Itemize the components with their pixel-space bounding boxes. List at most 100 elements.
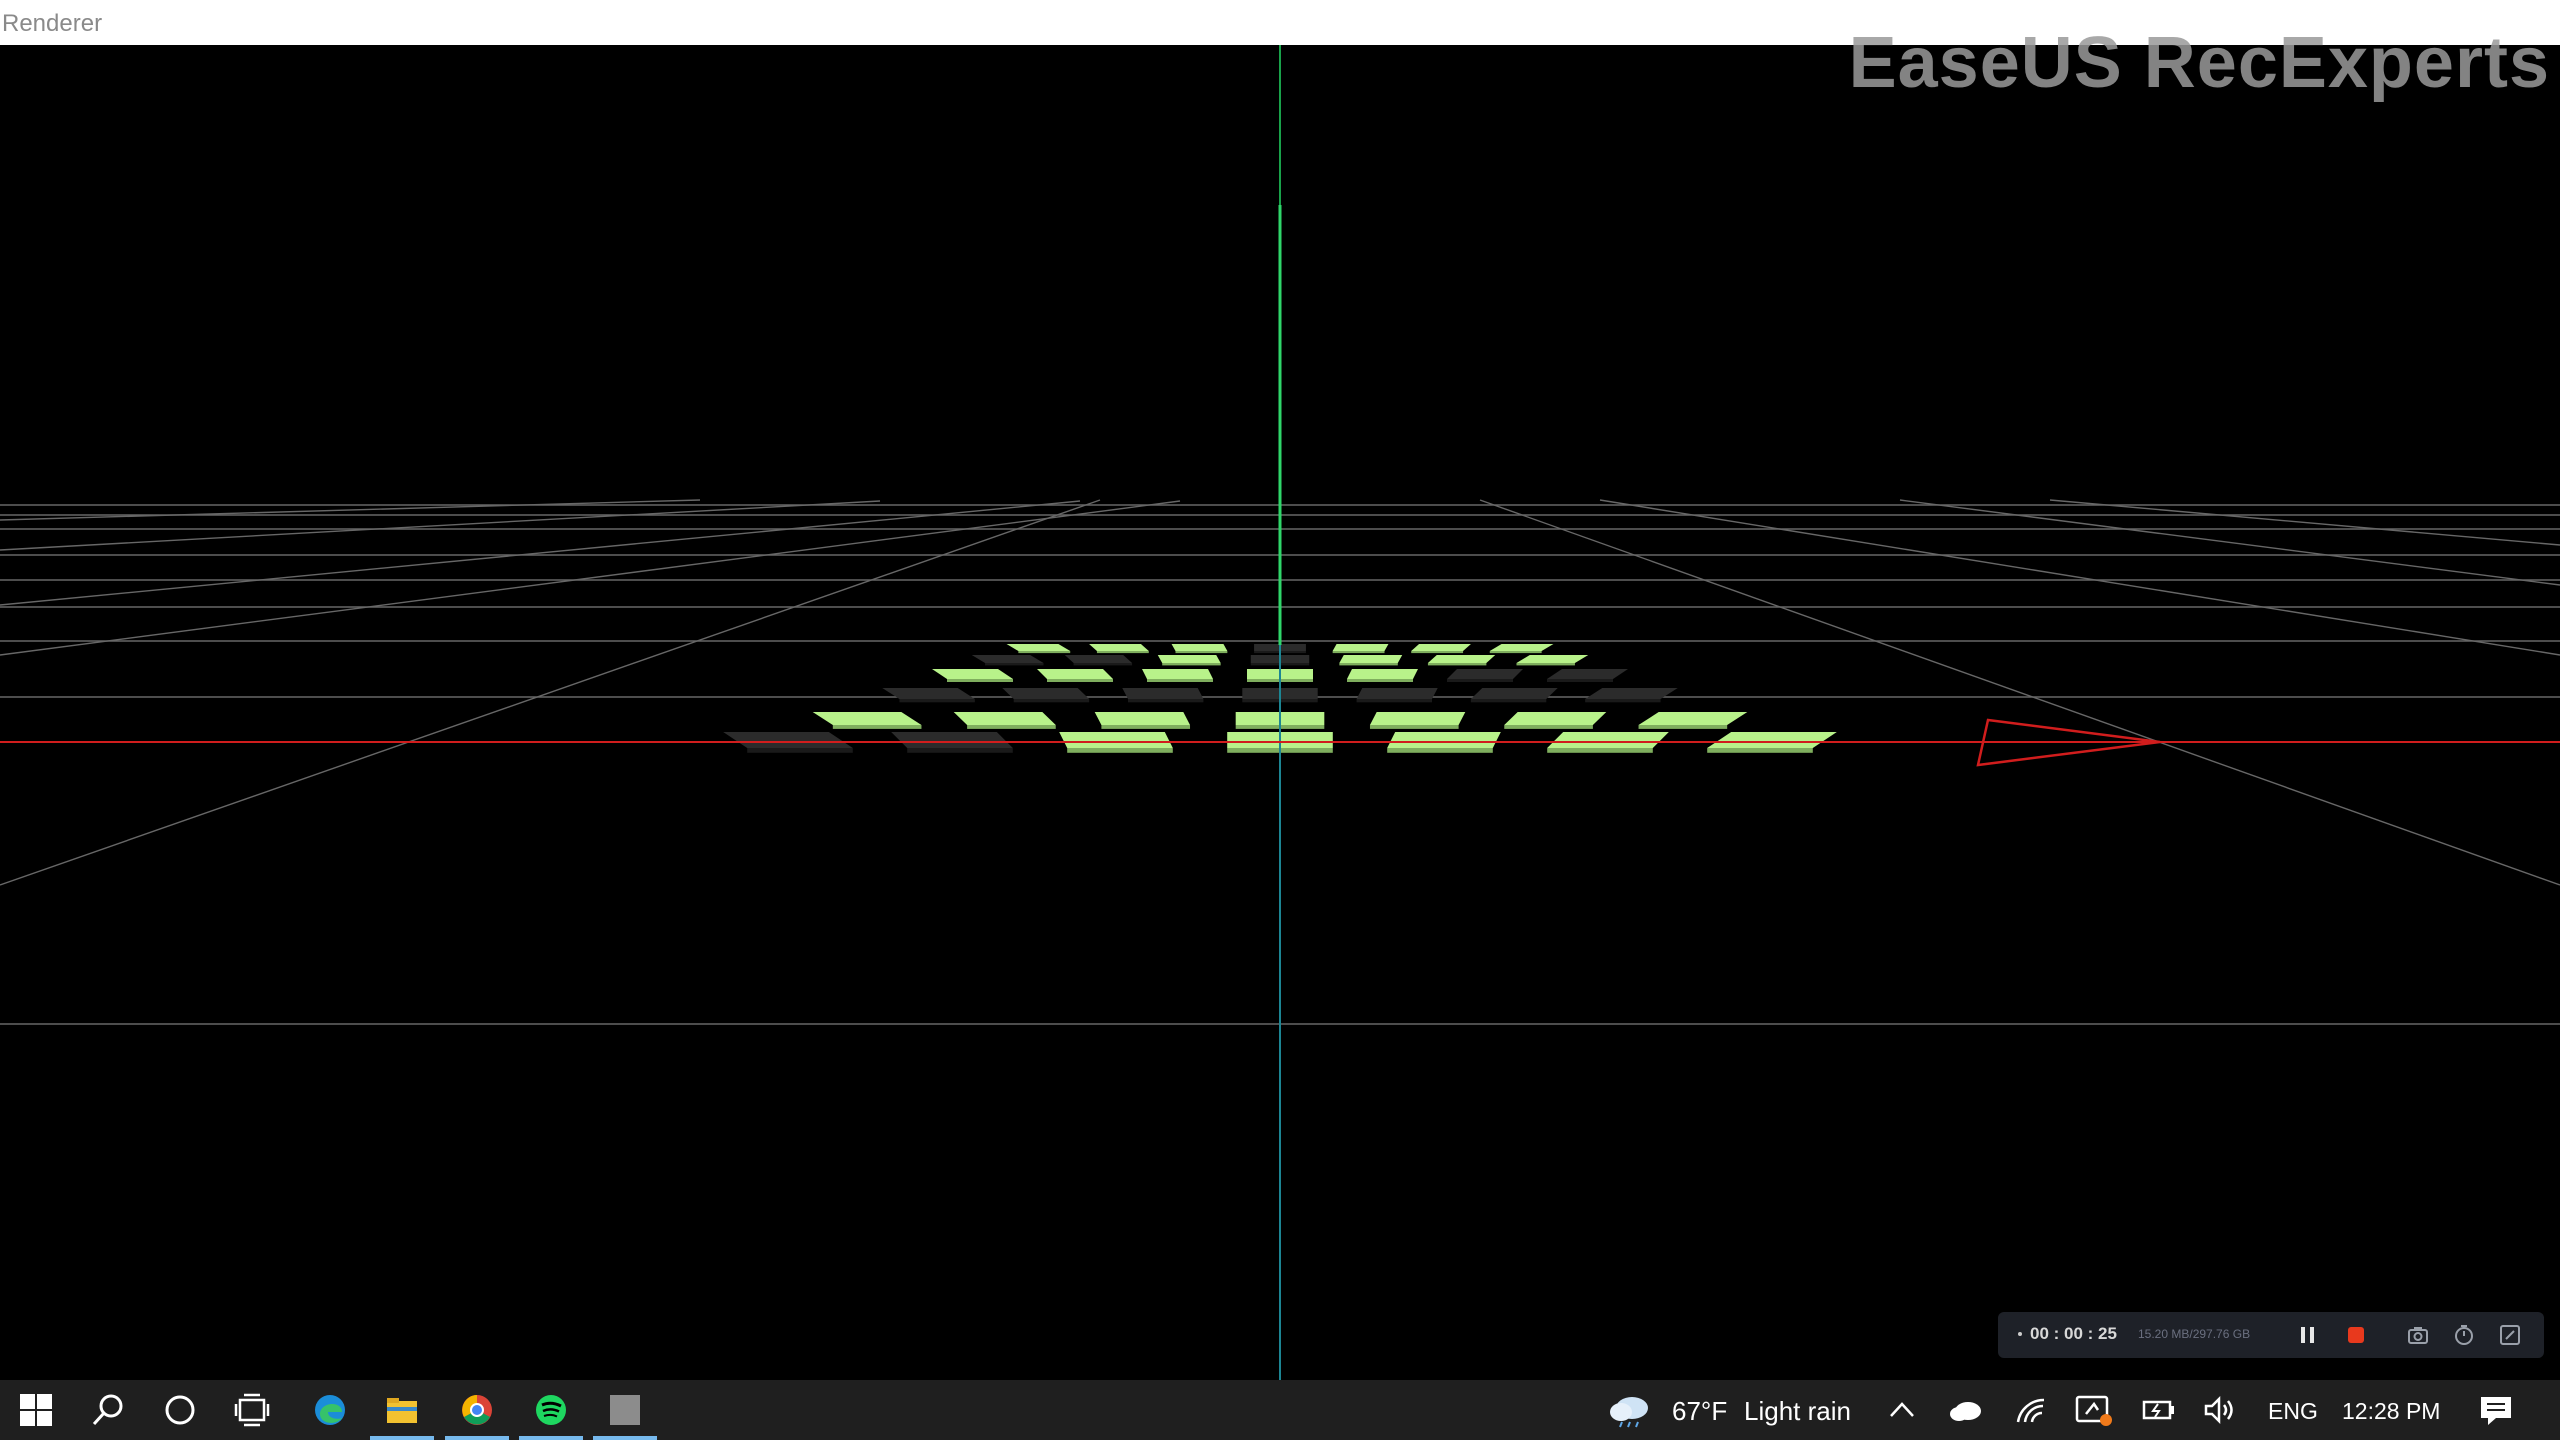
edge-button[interactable] xyxy=(294,1380,366,1440)
task-view-icon xyxy=(234,1393,270,1427)
tile-edge xyxy=(1018,651,1071,654)
spotify-button[interactable] xyxy=(515,1380,587,1440)
tile-edge xyxy=(1347,679,1413,682)
edge-icon xyxy=(315,1395,345,1425)
system-clock[interactable]: 12:28 PM xyxy=(2342,1398,2440,1425)
wifi-icon[interactable] xyxy=(2014,1394,2048,1431)
chevron-up-icon[interactable] xyxy=(1888,1398,1916,1427)
cortana-icon xyxy=(165,1395,195,1425)
tile-lit xyxy=(1387,732,1501,748)
tile-edge xyxy=(947,679,1013,682)
tile-lit xyxy=(1094,712,1191,725)
renderer-app-button[interactable] xyxy=(589,1380,661,1440)
tile-edge xyxy=(1013,699,1090,703)
tile-lit xyxy=(1547,732,1669,748)
tile-lit xyxy=(1006,644,1071,651)
tile-edge xyxy=(1516,663,1575,666)
recorder-toolbar: 00 : 00 : 25 15.20 MB/297.76 GB xyxy=(1998,1312,2544,1358)
battery-charging-icon[interactable] xyxy=(2140,1394,2180,1431)
app-window-icon xyxy=(610,1395,640,1425)
onedrive-cloud-icon[interactable] xyxy=(1948,1396,1984,1429)
tile-lit xyxy=(1489,644,1554,651)
tile-lit xyxy=(1504,712,1607,725)
tile-edge xyxy=(899,699,975,703)
tile-edge xyxy=(1339,663,1398,666)
tile-dark xyxy=(1064,655,1133,663)
windows-logo-icon xyxy=(20,1394,52,1426)
tile-edge xyxy=(1547,748,1653,753)
active-indicator xyxy=(370,1436,434,1440)
recording-timer: 00 : 00 : 25 xyxy=(2030,1324,2117,1343)
tile-edge xyxy=(1411,651,1464,654)
tile-lit xyxy=(1142,669,1213,679)
recorder-watermark: EaseUS RecExperts xyxy=(1848,23,2550,103)
tile-edge xyxy=(747,748,853,753)
file-explorer-button[interactable] xyxy=(366,1380,438,1440)
tile-lit xyxy=(1089,644,1149,651)
tile-edge xyxy=(1332,651,1385,654)
minimize-toolbar-icon[interactable] xyxy=(2498,1323,2522,1347)
tile-edge xyxy=(907,748,1013,753)
tile-edge xyxy=(985,663,1044,666)
tile-edge xyxy=(1585,699,1661,703)
tile-edge xyxy=(1547,679,1613,682)
tile-edge xyxy=(1387,748,1493,753)
screenshot-camera-icon[interactable] xyxy=(2406,1323,2430,1347)
tile-lit xyxy=(1157,655,1221,663)
weather-condition[interactable]: Light rain xyxy=(1744,1396,1851,1427)
tile-lit xyxy=(1339,655,1403,663)
stop-record-icon[interactable] xyxy=(2344,1323,2368,1347)
tile-edge xyxy=(1489,651,1542,654)
tile-edge xyxy=(1162,663,1221,666)
windows-taskbar: 67°F Light rain ENG 12:28 PM xyxy=(0,1380,2560,1440)
tile-edge xyxy=(1638,725,1728,729)
tile-dark xyxy=(971,655,1044,663)
notification-center-icon[interactable] xyxy=(2478,1394,2514,1433)
start-button[interactable] xyxy=(0,1380,72,1440)
tile-edge xyxy=(1504,725,1593,729)
tile-lit xyxy=(1037,669,1113,679)
render-viewport[interactable] xyxy=(0,45,2560,1380)
tile-edge xyxy=(1369,725,1459,729)
tile-edge xyxy=(1047,679,1113,682)
tile-lit xyxy=(1171,644,1228,651)
folder-icon xyxy=(387,1398,417,1423)
active-indicator xyxy=(445,1436,509,1440)
weather-rain-cloud-icon[interactable] xyxy=(1608,1392,1652,1433)
tile-lit xyxy=(953,712,1056,725)
recording-indicator-dot xyxy=(2018,1332,2022,1336)
tile-lit xyxy=(1369,712,1466,725)
timer-icon[interactable] xyxy=(2452,1323,2476,1347)
tile-lit xyxy=(1347,669,1418,679)
pause-icon[interactable] xyxy=(2296,1323,2320,1347)
tile-lit xyxy=(1332,644,1389,651)
tile-lit xyxy=(1427,655,1496,663)
tile-edge xyxy=(1147,679,1213,682)
tile-dark xyxy=(1356,688,1438,699)
cortana-button[interactable] xyxy=(144,1380,216,1440)
tile-edge xyxy=(1470,699,1547,703)
weather-temperature[interactable]: 67°F xyxy=(1672,1396,1727,1427)
tile-dark xyxy=(1447,669,1523,679)
tile-edge xyxy=(1128,699,1204,703)
tile-dark xyxy=(1002,688,1090,699)
task-view-button[interactable] xyxy=(216,1380,288,1440)
tile-lit xyxy=(1707,732,1837,748)
volume-icon[interactable] xyxy=(2202,1394,2238,1431)
chrome-icon xyxy=(462,1395,492,1425)
tile-edge xyxy=(1427,663,1487,666)
tile-lit xyxy=(1411,644,1471,651)
search-icon xyxy=(92,1394,123,1426)
recording-storage: 15.20 MB/297.76 GB xyxy=(2138,1327,2251,1341)
recorder-tray-icon[interactable] xyxy=(2074,1392,2114,1433)
scene-canvas[interactable] xyxy=(0,45,2560,1380)
tile-edge xyxy=(1067,748,1173,753)
search-button[interactable] xyxy=(72,1380,144,1440)
tile-edge xyxy=(832,725,922,729)
spotify-icon xyxy=(536,1395,566,1425)
tile-dark xyxy=(1122,688,1204,699)
tile-edge xyxy=(967,725,1056,729)
input-language[interactable]: ENG xyxy=(2268,1398,2318,1425)
tile-lit xyxy=(1059,732,1173,748)
chrome-button[interactable] xyxy=(441,1380,513,1440)
